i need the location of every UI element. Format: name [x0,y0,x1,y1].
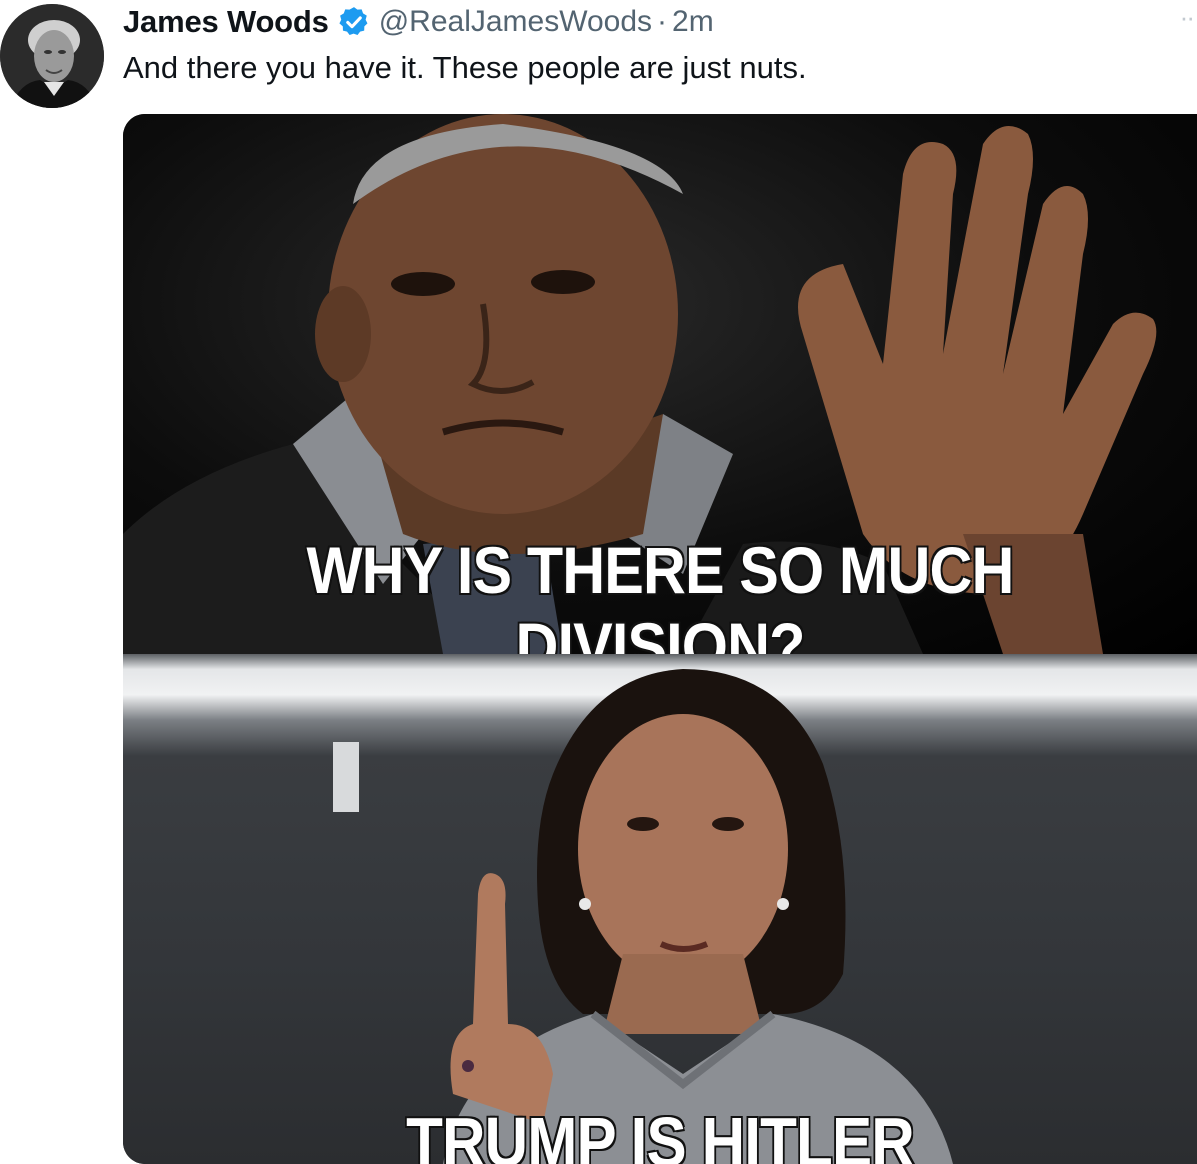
avatar[interactable] [0,4,104,108]
tweet-header: James Woods @RealJamesWoods · 2m [123,2,714,42]
tweet-media[interactable]: WHY IS THERE SO MUCH DIVISION? TRUMP IS … [123,114,1197,1164]
meme-top-caption: WHY IS THERE SO MUCH DIVISION? [306,532,1016,654]
separator-dot: · [657,5,668,38]
tweet[interactable]: James Woods @RealJamesWoods · 2m ·· And … [0,0,1197,1164]
woman-pointing-figure [333,669,953,1164]
verified-badge-icon [337,5,371,39]
avatar-photo-icon [0,4,104,108]
author-handle[interactable]: @RealJamesWoods [379,5,652,39]
display-name[interactable]: James Woods [123,4,329,40]
meme-bottom-caption: TRUMP IS HITLER [405,1102,915,1164]
timestamp[interactable]: 2m [672,5,714,39]
more-horizontal-icon[interactable]: ·· [1180,4,1195,30]
meme-top-panel: WHY IS THERE SO MUCH DIVISION? [123,114,1197,654]
meme-bottom-panel: TRUMP IS HITLER [123,654,1197,1164]
tweet-text: And there you have it. These people are … [123,50,807,85]
